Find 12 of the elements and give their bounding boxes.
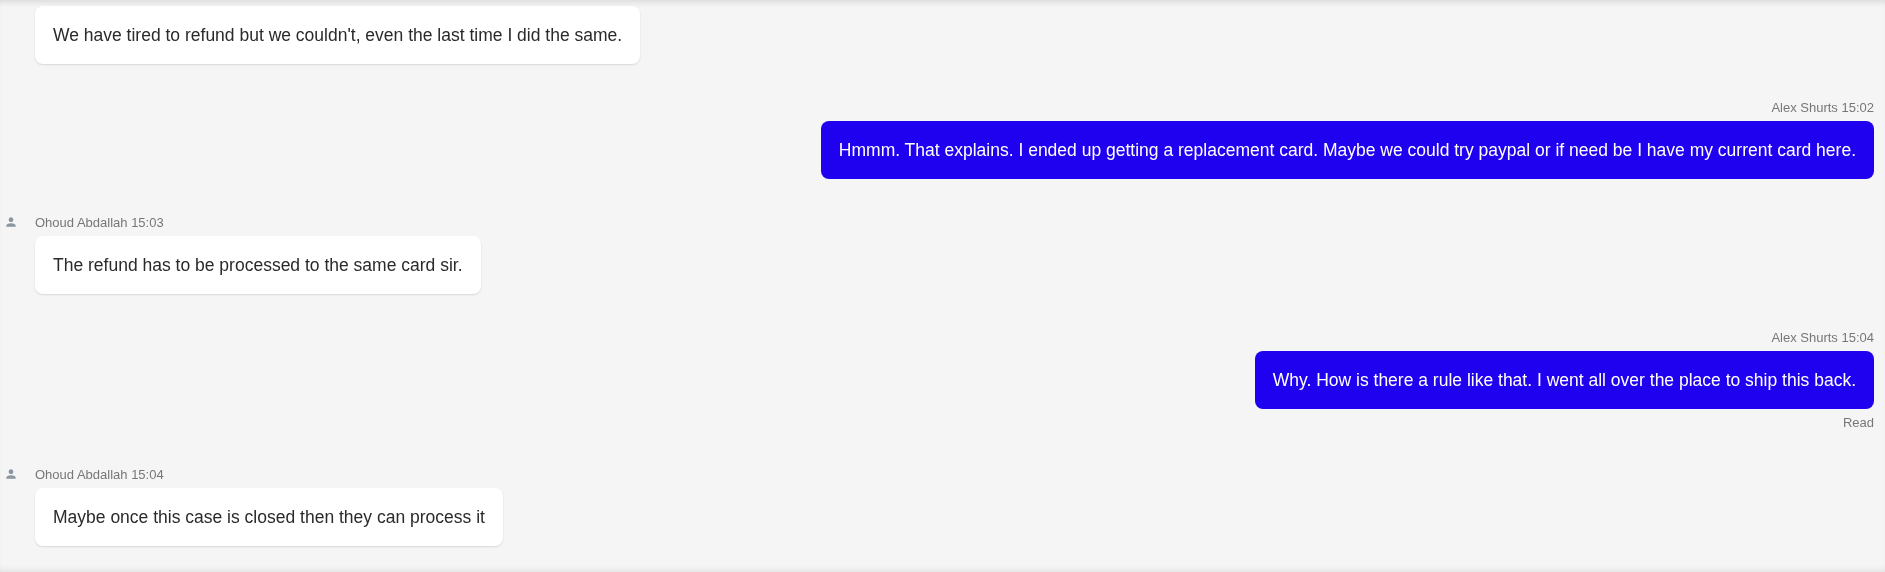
sender-timestamp: Alex Shurts 15:04 bbox=[1771, 330, 1874, 346]
person-icon bbox=[4, 215, 18, 229]
message-bubble: Hmmm. That explains. I ended up getting a replacement card. Maybe we could try paypal or if need be I have my current card here. bbox=[820, 121, 1874, 179]
sender-timestamp: Alex Shurts 15:02 bbox=[1771, 100, 1874, 116]
sender-timestamp: Ohoud Abdallah 15:03 bbox=[35, 215, 164, 231]
message-bubble: The refund has to be processed to the same card sir. bbox=[35, 236, 481, 294]
person-icon bbox=[4, 467, 18, 481]
sender-timestamp: Ohoud Abdallah 15:04 bbox=[35, 467, 164, 483]
message-bubble: We have tired to refund but we couldn't, even the last time I did the same. bbox=[35, 6, 641, 64]
read-receipt: Read bbox=[1842, 415, 1874, 431]
message-bubble: Maybe once this case is closed then they can process it bbox=[35, 488, 503, 546]
message-bubble: Why. How is there a rule like that. I went all over the place to ship this back. bbox=[1254, 351, 1874, 409]
